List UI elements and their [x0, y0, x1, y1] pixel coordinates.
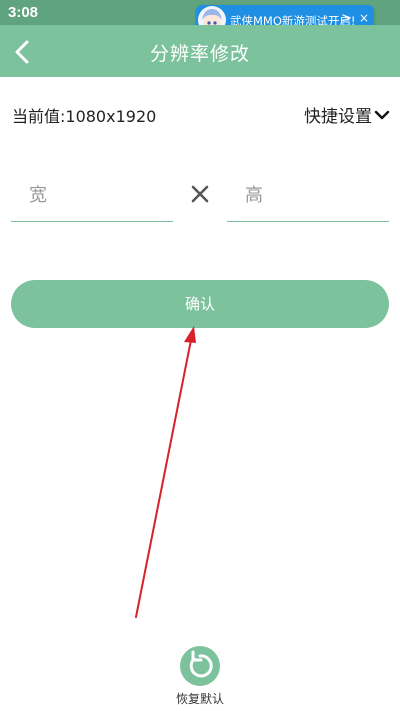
- notification-next-icon[interactable]: >: [341, 11, 352, 26]
- width-input[interactable]: [11, 170, 173, 222]
- title-bar: 分辨率修改: [0, 25, 400, 77]
- restore-default-button[interactable]: [180, 646, 220, 686]
- current-resolution: 当前值:1080x1920: [12, 107, 157, 126]
- height-input[interactable]: [227, 170, 389, 222]
- quick-settings-label: 快捷设置: [304, 107, 372, 127]
- restore-default-label: 恢复默认: [175, 692, 224, 706]
- times-icon: [191, 185, 209, 203]
- quick-settings-dropdown[interactable]: 快捷设置: [304, 102, 390, 127]
- chevron-down-icon: [374, 110, 390, 119]
- status-bar: 3:08 武侠MMO新游测试开启! > ×: [0, 0, 400, 35]
- notification-close-icon[interactable]: ×: [359, 11, 369, 25]
- restore-icon: [189, 650, 213, 678]
- page-title: 分辨率修改: [149, 43, 250, 65]
- status-time: 3:08: [8, 4, 39, 21]
- confirm-button[interactable]: 确认: [11, 280, 389, 328]
